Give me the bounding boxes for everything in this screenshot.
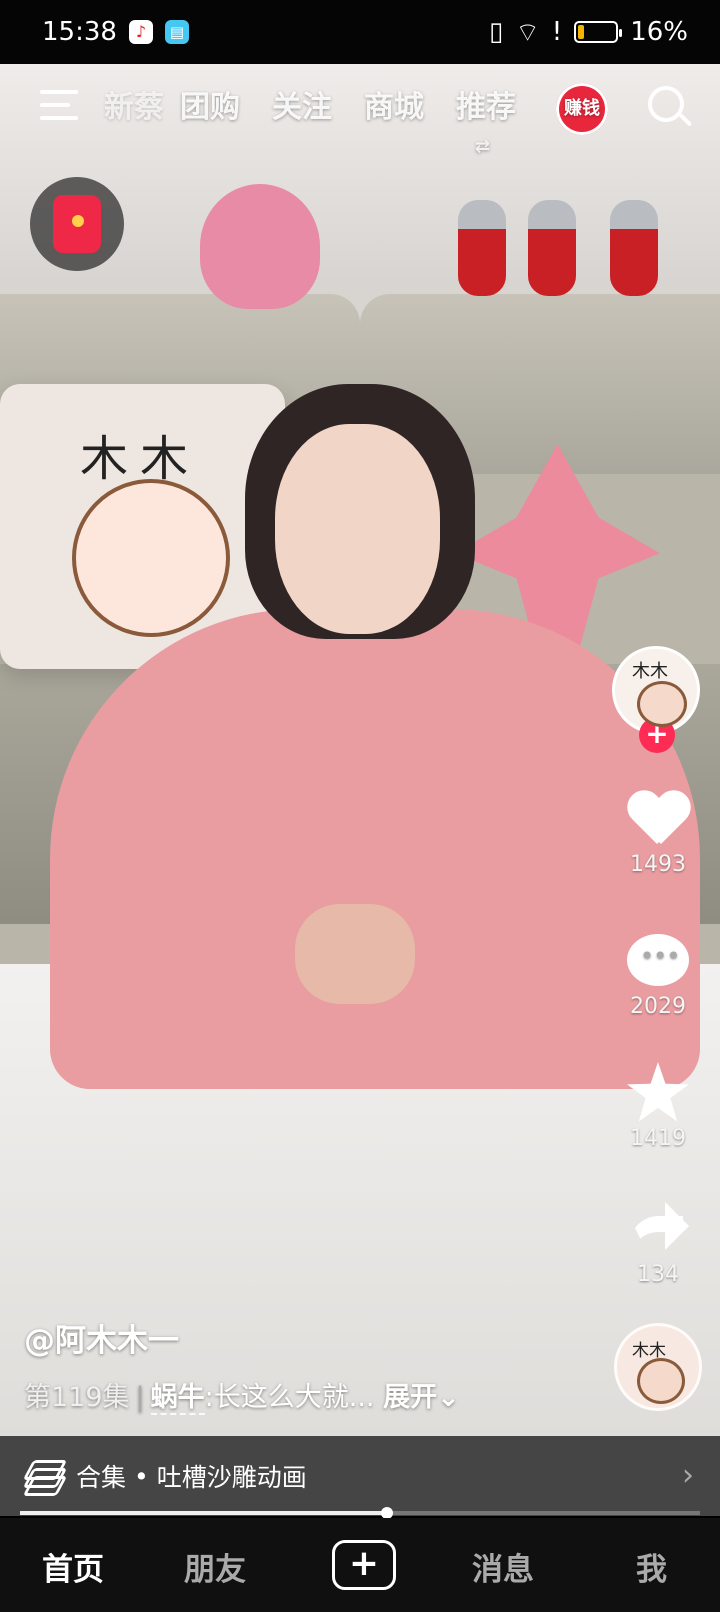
- comment-button[interactable]: 2029: [608, 934, 708, 1019]
- video-progress-bar[interactable]: [20, 1507, 700, 1519]
- vibrate-icon: ▯: [489, 17, 504, 47]
- topic-link[interactable]: 蜗牛: [150, 1382, 205, 1415]
- tab-group-buy[interactable]: 团购: [180, 82, 240, 126]
- top-navigation: 新蔡 团购 关注 商城 推荐 ⇄ 赚钱: [0, 78, 720, 157]
- collection-label: 合集: [76, 1463, 127, 1492]
- chevron-down-icon: ⌄: [437, 1382, 460, 1413]
- collection-separator: •: [134, 1461, 149, 1491]
- star-icon: [627, 1062, 689, 1122]
- comment-count: 2029: [630, 994, 686, 1019]
- book-app-icon: ▤: [164, 20, 189, 44]
- share-button[interactable]: 134: [608, 1202, 708, 1287]
- person-face: [275, 424, 440, 634]
- tab-mall[interactable]: 商城: [364, 82, 424, 126]
- collection-title: 吐槽沙雕动画: [156, 1463, 307, 1492]
- favorite-count: 1419: [630, 1126, 686, 1151]
- progress-fill: [20, 1511, 388, 1515]
- red-packet-icon[interactable]: [30, 177, 124, 271]
- description-text: :长这么大就...: [204, 1382, 375, 1413]
- pink-panther-toy: [200, 184, 320, 309]
- battery-level-fill: [578, 25, 584, 39]
- collection-bar[interactable]: 合集 • 吐槽沙雕动画 ›: [0, 1436, 720, 1516]
- video-person: [50, 384, 700, 1089]
- ultraman-figure: [610, 200, 658, 296]
- tab-partial[interactable]: 新蔡: [104, 82, 164, 126]
- caption-divider: |: [135, 1382, 145, 1413]
- heart-icon: [627, 792, 689, 848]
- expand-button[interactable]: 展开⌄: [383, 1382, 460, 1413]
- wifi-icon: ⌔: [515, 17, 540, 48]
- alert-icon: !: [551, 17, 563, 47]
- status-right: ▯ ⌔ ! 16%: [489, 16, 688, 49]
- follow-plus-icon[interactable]: +: [639, 717, 675, 753]
- pink-sweater: [50, 609, 700, 1089]
- status-time: 15:38: [42, 17, 117, 47]
- earn-money-icon[interactable]: 赚钱: [556, 83, 608, 135]
- like-count: 1493: [630, 852, 686, 877]
- search-icon[interactable]: [648, 86, 684, 122]
- music-app-icon: ♪: [128, 20, 153, 44]
- battery-icon: [574, 21, 623, 43]
- expand-label: 展开: [383, 1382, 438, 1413]
- status-bar: 15:38 ♪ ▤ ▯ ⌔ ! 16%: [0, 0, 720, 64]
- stack-layers-icon: [22, 1460, 68, 1496]
- author-username[interactable]: @阿木木一: [24, 1315, 584, 1359]
- music-disc-avatar[interactable]: [614, 1323, 702, 1411]
- side-action-column: + 1493 2029 1419 134: [608, 646, 708, 1287]
- clasped-hands: [295, 904, 415, 1004]
- share-count: 134: [637, 1262, 679, 1287]
- nav-me[interactable]: 我: [636, 1544, 667, 1589]
- menu-icon[interactable]: [40, 90, 80, 120]
- favorite-button[interactable]: 1419: [608, 1062, 708, 1151]
- tab-follow[interactable]: 关注: [272, 82, 332, 126]
- battery-percent: 16%: [630, 17, 688, 47]
- video-caption: @阿木木一 第119集 | 蜗牛:长这么大就... 展开⌄: [24, 1315, 584, 1415]
- comment-icon: [627, 934, 689, 986]
- ultraman-figure: [528, 200, 576, 296]
- switch-icon: ⇄: [475, 136, 491, 157]
- author-avatar[interactable]: +: [612, 646, 700, 753]
- tab-recommend[interactable]: 推荐: [456, 82, 516, 126]
- nav-friends[interactable]: 朋友: [184, 1544, 246, 1589]
- status-left: 15:38 ♪ ▤: [42, 17, 189, 47]
- episode-label: 第119集: [24, 1382, 130, 1413]
- ultraman-figure: [458, 200, 506, 296]
- nav-home[interactable]: 首页: [42, 1544, 104, 1589]
- publish-plus-icon[interactable]: +: [332, 1540, 396, 1590]
- chevron-right-icon: ›: [682, 1458, 694, 1493]
- nav-messages[interactable]: 消息: [472, 1544, 534, 1589]
- share-icon: [627, 1202, 689, 1256]
- bottom-navigation: 首页 朋友 + 消息 我: [0, 1518, 720, 1612]
- caption-description: 第119集 | 蜗牛:长这么大就... 展开⌄: [24, 1375, 584, 1415]
- like-button[interactable]: 1493: [608, 792, 708, 877]
